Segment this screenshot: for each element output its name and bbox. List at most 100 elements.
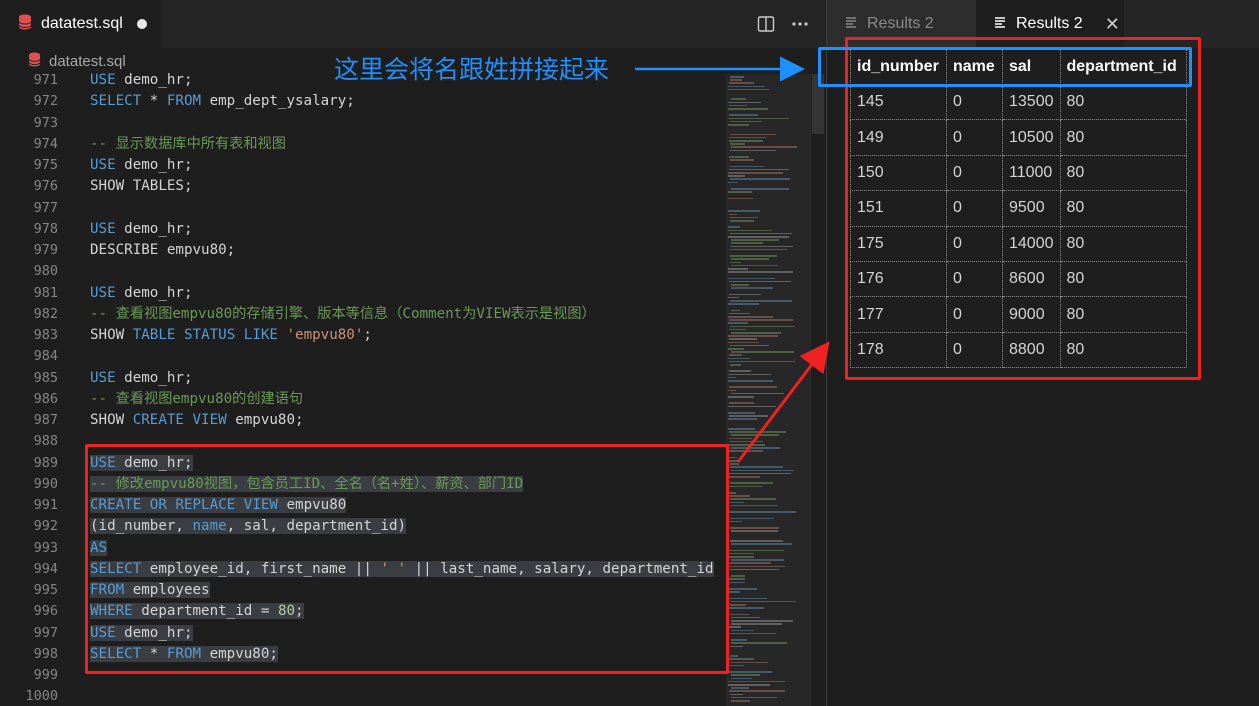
code-line[interactable] (90, 198, 725, 219)
table-cell[interactable]: 80 (1059, 260, 1187, 298)
code-line[interactable]: FROM employees (90, 580, 725, 601)
code-line[interactable]: USE demo_hr; (90, 368, 725, 389)
code-token: demo_hr; (115, 157, 193, 173)
code-line[interactable]: WHERE department_id = 80; (90, 601, 725, 622)
table-cell[interactable]: 0 (946, 154, 1003, 192)
tab-datatest-sql[interactable]: datatest.sql (0, 0, 161, 48)
code-line-text: -- 查看视图empvu80的存储引擎、版本等信息（Comment为VIEW表示… (90, 306, 596, 322)
table-cell[interactable]: 0 (946, 296, 1003, 333)
code-line[interactable]: USE demo_hr; (90, 453, 725, 474)
annotation-text: 这里会将名跟姓拼接起来 (334, 55, 610, 84)
code-line[interactable]: CREATE OR REPLACE VIEW empvu80 (90, 495, 725, 516)
code-line[interactable]: -- 修改empvu80视图，包含员工ID、全名（名+姓）、薪资、部门ID (90, 474, 725, 495)
code-line[interactable] (90, 346, 725, 367)
table-row[interactable]: 178 0 8800 80 (850, 331, 1187, 369)
line-number: 972 (33, 93, 58, 110)
table-cell[interactable]: 8800 (1002, 331, 1061, 369)
table-cell[interactable]: 0 (946, 119, 1003, 156)
table-row[interactable]: 177 0 9000 80 (850, 296, 1187, 333)
table-cell[interactable]: 145 (850, 83, 947, 121)
table-cell[interactable]: 178 (850, 331, 947, 369)
code-editor[interactable]: USE demo_hr; SELECT * FROM emp_dept_ysala… (90, 70, 725, 706)
table-cell[interactable]: 8600 (1002, 260, 1061, 298)
table-cell[interactable]: 176 (850, 260, 947, 298)
table-cell[interactable]: 13500 (1002, 83, 1061, 121)
table-cell[interactable]: 0 (946, 190, 1003, 227)
column-header[interactable]: department_id (1059, 48, 1187, 85)
code-line[interactable]: SHOW TABLES; (90, 176, 725, 197)
table-cell[interactable]: 80 (1059, 296, 1187, 333)
minimap-slider[interactable] (726, 74, 810, 706)
table-cell[interactable]: 151 (850, 190, 947, 227)
table-row[interactable]: 150 0 11000 80 (850, 154, 1187, 192)
code-token: AS (90, 539, 108, 556)
tab-results-active[interactable]: Results 2 ✕ (976, 0, 1124, 48)
table-header-row: id_number name sal department_id (850, 48, 1187, 85)
table-row[interactable]: 145 0 13500 80 (850, 83, 1187, 121)
code-line[interactable]: USE demo_hr; (90, 155, 725, 176)
code-token: SELECT (90, 645, 142, 662)
table-row[interactable]: 149 0 10500 80 (850, 119, 1187, 156)
code-line[interactable]: USE demo_hr; (90, 283, 725, 304)
close-icon[interactable]: ✕ (1105, 14, 1120, 35)
code-line[interactable] (90, 261, 725, 282)
database-icon (18, 14, 32, 34)
code-line-text: USE demo_hr; (90, 72, 193, 88)
line-number: 998 (33, 645, 58, 662)
code-line[interactable]: -- 显示数据库中所有表和视图 (90, 134, 725, 155)
table-cell[interactable]: 150 (850, 154, 947, 192)
table-cell[interactable]: 80 (1059, 154, 1187, 192)
code-line[interactable] (90, 686, 725, 706)
table-cell[interactable]: 80 (1059, 83, 1187, 121)
table-cell[interactable]: 175 (850, 225, 947, 262)
table-cell[interactable]: 80 (1059, 190, 1187, 227)
code-line[interactable]: AS (90, 538, 725, 559)
table-row[interactable]: 176 0 8600 80 (850, 260, 1187, 298)
more-actions-icon[interactable] (790, 14, 810, 34)
table-cell[interactable]: 0 (946, 83, 1003, 121)
line-number: 997 (33, 624, 58, 641)
tab-results-inactive[interactable]: Results 2 (827, 0, 976, 48)
table-cell[interactable]: 10500 (1002, 119, 1061, 156)
table-cell[interactable]: 80 (1059, 331, 1187, 369)
column-header[interactable]: sal (1002, 48, 1061, 85)
unsaved-dot-icon[interactable] (136, 19, 147, 29)
table-cell[interactable]: 11000 (1002, 154, 1061, 192)
table-cell[interactable]: 149 (850, 119, 947, 156)
table-cell[interactable]: 0 (946, 331, 1003, 369)
code-line[interactable]: (id_number, name, sal, department_id) (90, 516, 725, 537)
line-number: 979 (33, 242, 58, 258)
column-header[interactable]: id_number (850, 48, 947, 85)
code-line[interactable]: SHOW TABLE STATUS LIKE 'empvu80'; (90, 325, 725, 346)
code-line-text: AS (90, 539, 108, 556)
table-cell[interactable]: 0 (946, 260, 1003, 298)
table-cell[interactable]: 0 (946, 225, 1003, 262)
code-line[interactable] (90, 665, 725, 686)
line-number: 992 (33, 518, 58, 535)
table-cell[interactable]: 9000 (1002, 296, 1061, 333)
code-line[interactable]: -- 查看视图empvu80的存储引擎、版本等信息（Comment为VIEW表示… (90, 304, 725, 325)
scrollbar-thumb[interactable] (812, 74, 824, 134)
table-cell[interactable]: 9500 (1002, 190, 1061, 227)
table-cell[interactable]: 80 (1059, 225, 1187, 262)
table-cell[interactable]: 177 (850, 296, 947, 333)
code-token: FROM (166, 93, 202, 110)
vertical-scrollbar[interactable] (810, 74, 824, 706)
code-line[interactable] (90, 113, 725, 134)
code-line[interactable]: SELECT employee_id, first_name || ' ' ||… (90, 559, 725, 580)
table-cell[interactable]: 80 (1059, 119, 1187, 156)
code-line[interactable]: USE demo_hr; (90, 623, 725, 644)
code-line[interactable] (90, 431, 725, 452)
table-row[interactable]: 175 0 14000 80 (850, 225, 1187, 262)
code-line[interactable]: DESCRIBE empvu80; (90, 240, 725, 261)
code-line-text: USE demo_hr; (90, 624, 193, 641)
code-line[interactable]: SELECT * FROM empvu80; (90, 644, 725, 665)
code-line[interactable]: USE demo_hr; (90, 219, 725, 240)
table-row[interactable]: 151 0 9500 80 (850, 190, 1187, 227)
code-line[interactable]: -- 查看视图empvu80的创建语句 (90, 389, 725, 410)
split-editor-icon[interactable] (756, 14, 776, 34)
column-header[interactable]: name (946, 48, 1003, 85)
code-line[interactable]: SELECT * FROM emp_dept_ysalary; (90, 91, 725, 112)
code-line[interactable]: SHOW CREATE VIEW empvu80; (90, 410, 725, 431)
table-cell[interactable]: 14000 (1002, 225, 1061, 262)
